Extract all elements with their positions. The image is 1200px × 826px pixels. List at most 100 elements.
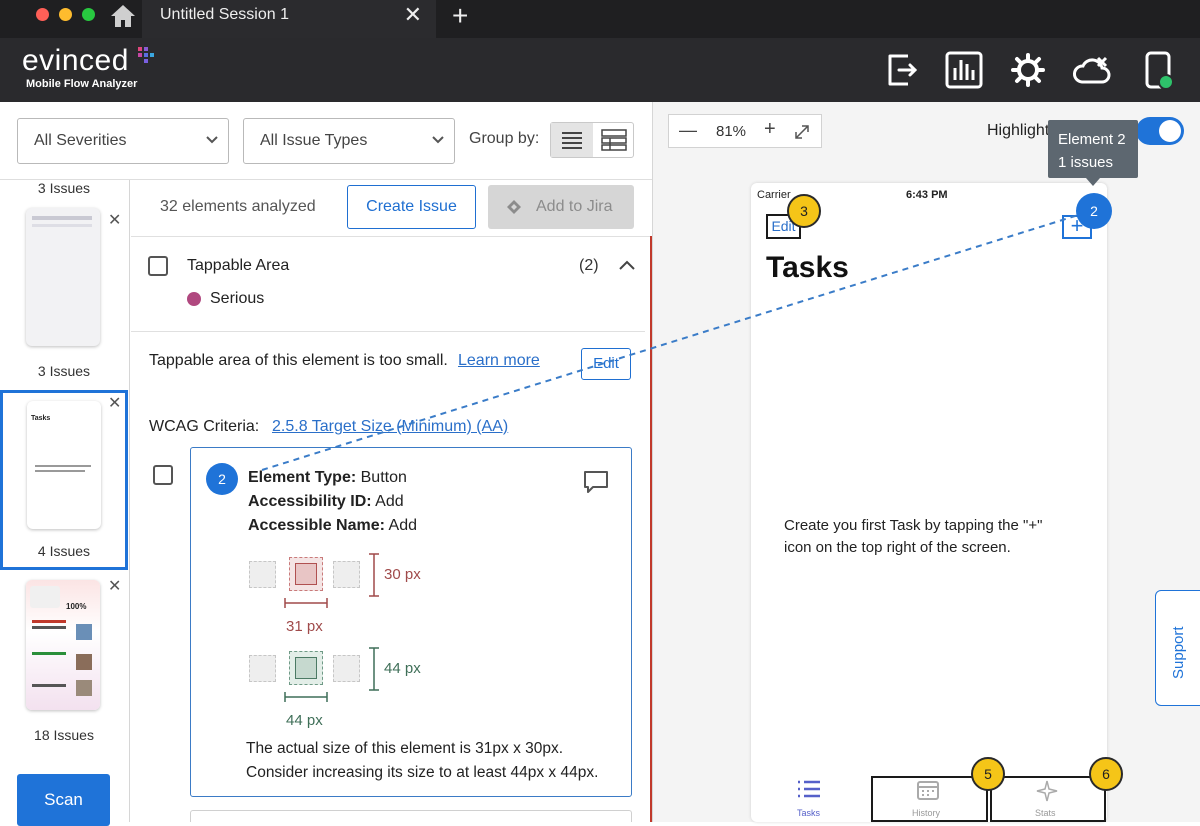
edit-badge[interactable]: Edit — [581, 348, 631, 380]
scan-button[interactable]: Scan — [17, 774, 110, 826]
remove-screen-icon[interactable]: ✕ — [108, 576, 121, 596]
brand-subtitle: Mobile Flow Analyzer — [26, 78, 138, 90]
create-issue-button[interactable]: Create Issue — [347, 185, 476, 229]
export-icon[interactable] — [882, 50, 922, 90]
screen-issue-count: 3 Issues — [37, 363, 91, 379]
report-chart-icon[interactable] — [944, 50, 984, 90]
tooltip-title: Element 2 — [1058, 131, 1126, 148]
element-card[interactable]: 2 Element Type: Button Accessibility ID:… — [190, 447, 632, 797]
size-placeholder-box — [333, 561, 360, 588]
thumb-line — [35, 470, 85, 472]
home-icon[interactable] — [108, 2, 138, 30]
thumb-image — [76, 680, 92, 696]
issue-type-select[interactable]: All Issue Types — [243, 118, 455, 164]
target-width-label: 44 px — [286, 712, 323, 729]
actual-size-box — [289, 557, 323, 591]
target-size-box — [289, 651, 323, 685]
screens-sidebar: 3 Issues ✕ 3 Issues Tasks 4 Issues ✕ 100… — [0, 180, 130, 822]
element-badge-2[interactable]: 2 — [1076, 193, 1112, 229]
settings-gear-icon[interactable] — [1008, 50, 1048, 90]
add-to-jira-label: Add to Jira — [536, 198, 613, 215]
thumb-line — [32, 224, 92, 227]
size-recommendation: The actual size of this element is 31px … — [246, 737, 598, 785]
width-dimension-icon — [284, 692, 328, 702]
tooltip-arrow — [1086, 178, 1100, 186]
screen-issue-count: 4 Issues — [37, 543, 91, 559]
screen-thumbnail[interactable]: 100% — [26, 580, 100, 710]
toggle-knob — [1159, 120, 1181, 142]
highlight-box-history — [871, 776, 988, 822]
zoom-in-button[interactable]: + — [764, 118, 776, 141]
element-badge-5[interactable]: 5 — [971, 757, 1005, 791]
size-summary-line: The actual size of this element is 31px … — [246, 740, 564, 757]
group-list-button[interactable] — [551, 123, 593, 157]
target-size-inner — [295, 657, 317, 679]
chevron-down-icon — [432, 136, 444, 144]
wcag-criteria-link[interactable]: 2.5.8 Target Size (Minimum) (AA) — [272, 418, 508, 436]
chevron-down-icon — [206, 136, 218, 144]
minimize-window-button[interactable] — [59, 8, 72, 21]
close-window-button[interactable] — [36, 8, 49, 21]
width-dimension-icon — [284, 598, 328, 608]
zoom-level: 81% — [716, 123, 747, 140]
actual-height-label: 30 px — [384, 566, 421, 583]
severity-label: Serious — [210, 290, 265, 307]
screen-thumbnail: Tasks — [27, 401, 101, 529]
group-by-toggle — [550, 122, 634, 158]
support-tab[interactable]: Support — [1155, 590, 1200, 706]
add-to-jira-button[interactable]: Add to Jira — [488, 185, 634, 229]
highlight-toggle[interactable] — [1136, 117, 1184, 145]
thumb-title: Tasks — [31, 415, 51, 422]
learn-more-link[interactable]: Learn more — [458, 352, 540, 370]
cloud-disconnected-icon[interactable] — [1072, 50, 1112, 90]
table-view-icon — [601, 129, 627, 151]
zoom-window-button[interactable] — [82, 8, 95, 21]
thumb-line — [32, 620, 66, 623]
session-tab[interactable]: Untitled Session 1 ✕ — [142, 0, 436, 38]
logo-mark-icon — [138, 47, 154, 63]
next-element-card[interactable] — [190, 810, 632, 822]
height-dimension-icon — [369, 553, 379, 597]
remove-screen-icon[interactable]: ✕ — [108, 210, 121, 230]
app-header: evinced Mobile Flow Analyzer — [0, 38, 1200, 102]
zoom-controls: — 81% + — [668, 114, 822, 148]
screen-issue-count: 18 Issues — [34, 727, 94, 743]
tab-title: Untitled Session 1 — [160, 6, 289, 23]
thumb-widget — [30, 586, 60, 608]
status-time: 6:43 PM — [906, 189, 948, 201]
highlight-label: Highlight — [987, 122, 1049, 139]
actual-width-label: 31 px — [286, 618, 323, 635]
divider — [131, 236, 650, 237]
tab-tasks[interactable]: Tasks — [797, 808, 820, 818]
fullscreen-icon[interactable] — [793, 123, 811, 141]
accessible-name-label: Accessible Name: — [248, 517, 385, 534]
wcag-label: WCAG Criteria: — [149, 418, 260, 435]
accessibility-id-value: Add — [375, 493, 404, 510]
target-height-label: 44 px — [384, 660, 421, 677]
tooltip-subtitle: 1 issues — [1058, 154, 1114, 171]
severity-select[interactable]: All Severities — [17, 118, 229, 164]
selected-screen-card[interactable]: Tasks 4 Issues — [0, 390, 128, 570]
comment-icon[interactable] — [583, 470, 609, 494]
issue-group-checkbox[interactable] — [148, 256, 168, 276]
thumb-percent: 100% — [66, 602, 87, 611]
element-checkbox[interactable] — [153, 465, 173, 485]
size-summary-line: Consider increasing its size to at least… — [246, 764, 599, 781]
phone-empty-state: Create you first Task by tapping the "+"… — [784, 515, 1042, 559]
remove-screen-icon[interactable]: ✕ — [108, 393, 121, 413]
group-by-label: Group by: — [469, 130, 540, 147]
element-badge-3[interactable]: 3 — [787, 194, 821, 228]
chevron-up-icon[interactable] — [618, 259, 636, 271]
mobile-device-icon[interactable] — [1138, 50, 1178, 90]
screen-thumbnail[interactable] — [26, 208, 100, 346]
element-number-badge: 2 — [206, 463, 238, 495]
group-table-button[interactable] — [593, 123, 635, 157]
element-tooltip: Element 2 1 issues — [1048, 120, 1138, 178]
zoom-out-button[interactable]: — — [679, 120, 697, 141]
size-placeholder-box — [249, 655, 276, 682]
close-tab-icon[interactable]: ✕ — [404, 2, 422, 28]
new-tab-button[interactable]: + — [452, 0, 468, 32]
thumb-line — [32, 652, 66, 655]
element-badge-6[interactable]: 6 — [1089, 757, 1123, 791]
severity-dot — [187, 292, 201, 306]
